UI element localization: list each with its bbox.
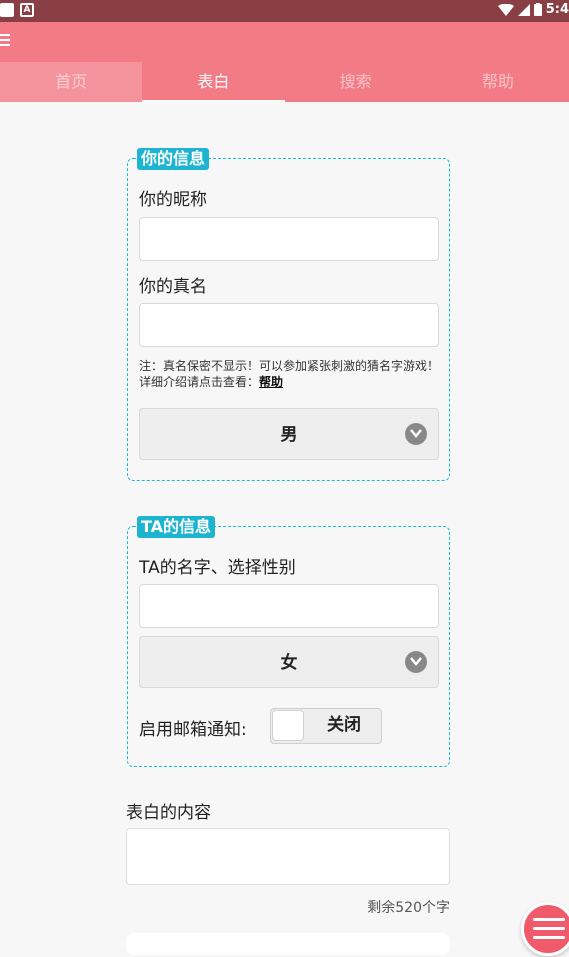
their-info-legend: TA的信息 — [137, 516, 216, 538]
tab-confess[interactable]: 表白 — [142, 62, 285, 102]
signal-icon — [517, 3, 530, 16]
their-name-input[interactable] — [139, 584, 439, 628]
toggle-state: 关闭 — [327, 715, 361, 735]
tab-bar: 首页 表白 搜索 帮助 — [0, 62, 569, 102]
their-gender-value: 女 — [280, 653, 298, 673]
status-bar: A 5:4 — [0, 0, 569, 22]
status-icons-right: 5:4 — [497, 2, 569, 17]
app-notification-icon: A — [20, 3, 34, 17]
menu-icon[interactable] — [0, 34, 14, 46]
realname-input[interactable] — [139, 303, 439, 347]
bottom-field[interactable] — [126, 933, 450, 955]
char-counter: 剩余520个字 — [367, 900, 450, 916]
notification-icon — [0, 3, 14, 17]
status-icons-left: A — [0, 3, 34, 17]
email-notify-toggle[interactable]: 关闭 — [270, 708, 382, 744]
tab-search[interactable]: 搜索 — [285, 62, 427, 102]
battery-icon — [533, 3, 542, 16]
nickname-input[interactable] — [139, 217, 439, 261]
your-info-legend: 你的信息 — [137, 148, 210, 170]
tab-home[interactable]: 首页 — [0, 62, 143, 102]
realname-label: 你的真名 — [139, 277, 207, 297]
realname-note: 注：真名保密不显示！可以参加紧张刺激的猜名字游戏！详细介绍请点击查看：帮助 — [139, 358, 439, 390]
content-textarea[interactable] — [126, 828, 450, 885]
chevron-down-icon — [405, 423, 427, 445]
your-gender-select[interactable]: 男 — [139, 408, 439, 460]
their-gender-select[interactable]: 女 — [139, 636, 439, 688]
clock: 5:4 — [545, 2, 569, 17]
toggle-knob — [272, 710, 304, 741]
wifi-icon — [497, 3, 514, 16]
chevron-down-icon — [405, 651, 427, 673]
content-label: 表白的内容 — [126, 803, 211, 823]
your-info-fieldset: 你的信息 你的昵称 你的真名 注：真名保密不显示！可以参加紧张刺激的猜名字游戏！… — [127, 148, 450, 481]
their-name-label: TA的名字、选择性别 — [139, 558, 296, 578]
their-info-fieldset: TA的信息 TA的名字、选择性别 女 启用邮箱通知: 关闭 — [127, 516, 450, 767]
your-gender-value: 男 — [280, 425, 298, 445]
nickname-label: 你的昵称 — [139, 190, 207, 210]
help-link[interactable]: 帮助 — [259, 375, 283, 389]
app-bar: 首页 表白 搜索 帮助 — [0, 22, 569, 102]
floating-menu-button[interactable] — [521, 902, 569, 956]
email-notify-label: 启用邮箱通知: — [139, 720, 247, 740]
realname-note-text: 注：真名保密不显示！可以参加紧张刺激的猜名字游戏！详细介绍请点击查看： — [139, 359, 440, 389]
tab-help[interactable]: 帮助 — [427, 62, 569, 102]
